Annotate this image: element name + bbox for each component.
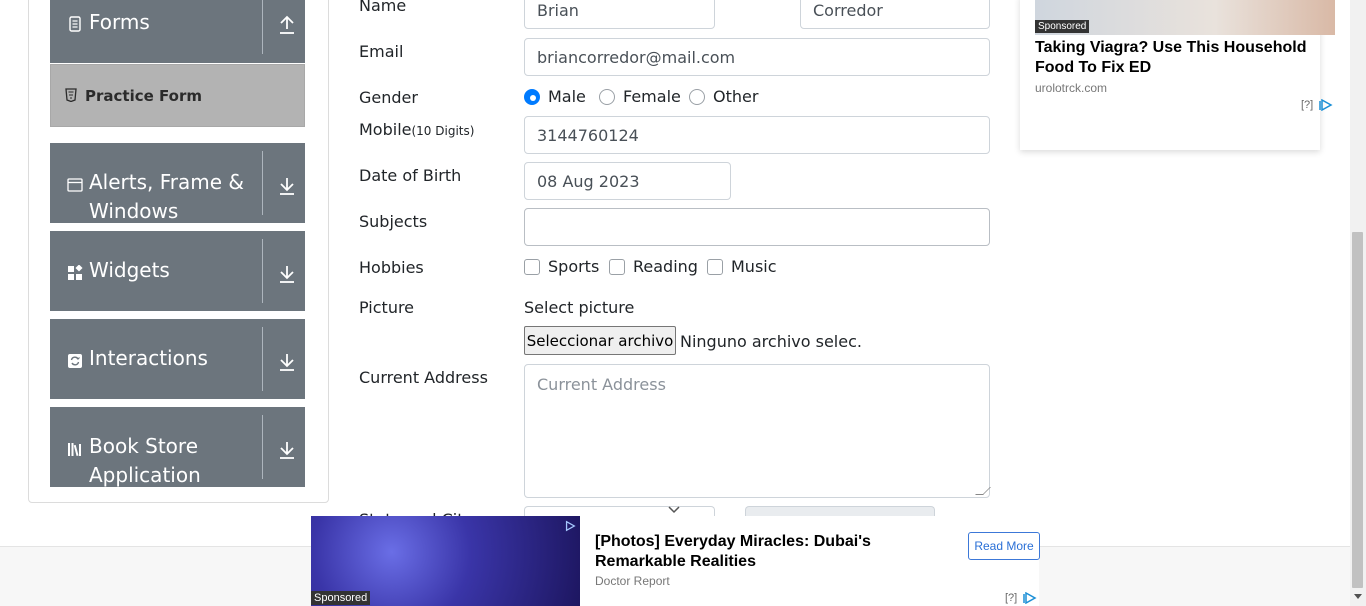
gender-label: Gender	[359, 88, 418, 107]
mobile-input[interactable]: 3144760124	[524, 116, 990, 154]
dob-input[interactable]: 08 Aug 2023	[524, 162, 731, 200]
scrollbar-thumb[interactable]	[1352, 232, 1363, 588]
resize-handle[interactable]	[975, 487, 991, 495]
last-name-input[interactable]: Corredor	[800, 0, 990, 29]
ad-help-link[interactable]: [?]	[1301, 99, 1313, 111]
expand-down-icon[interactable]	[278, 352, 296, 372]
radio-button[interactable]	[524, 88, 540, 105]
sidebar-group-label: Alerts, Frame & Windows	[89, 170, 245, 223]
scroll-down-icon[interactable]	[1354, 594, 1362, 599]
subjects-input[interactable]	[524, 208, 990, 246]
divider	[262, 151, 263, 215]
current-address-textarea[interactable]: Current Address	[524, 364, 991, 498]
sponsored-badge: Sponsored	[311, 591, 371, 605]
checkbox-label: Music	[731, 257, 777, 276]
sidebar-group-label: Widgets	[89, 258, 170, 282]
sidebar-group-widgets[interactable]: Widgets	[50, 231, 305, 311]
expand-down-icon[interactable]	[278, 440, 296, 460]
adchoices-icon[interactable]	[1319, 99, 1333, 111]
collapse-up-icon[interactable]	[278, 15, 296, 35]
expand-down-icon[interactable]	[278, 264, 296, 284]
sidebar-group-forms[interactable]: Forms	[50, 0, 305, 63]
sponsored-badge: Sponsored	[1035, 20, 1090, 33]
divider	[262, 327, 263, 391]
email-label: Email	[359, 42, 404, 61]
divider	[262, 239, 263, 303]
radio-label: Other	[713, 87, 759, 106]
sidebar-item-practice-form[interactable]: Practice Form	[50, 64, 305, 127]
ad-source[interactable]: urolotrck.com	[1035, 81, 1107, 95]
interactions-icon	[68, 354, 82, 368]
form-icon	[69, 16, 81, 32]
dob-label: Date of Birth	[359, 166, 462, 185]
mobile-label: Mobile(10 Digits)	[359, 120, 474, 139]
sidebar-group-label: Interactions	[89, 346, 208, 370]
ad-banner-bottom[interactable]: Sponsored [Photos] Everyday Miracles: Du…	[311, 516, 1040, 606]
adchoices-icon[interactable]	[1023, 592, 1037, 604]
first-name-input[interactable]: Brian	[524, 0, 715, 29]
gender-radio-male[interactable]: Male	[524, 87, 586, 106]
address-placeholder: Current Address	[537, 375, 666, 394]
ad-title[interactable]: Taking Viagra? Use This Household Food T…	[1035, 38, 1320, 78]
checkbox[interactable]	[609, 258, 625, 275]
file-upload-button[interactable]: Seleccionar archivo	[524, 326, 676, 355]
mobile-hint: (10 Digits)	[411, 124, 475, 138]
gender-radio-group: Male Female Other	[524, 87, 824, 107]
sidebar-item-label: Practice Form	[85, 87, 202, 105]
hobby-checkbox-sports[interactable]: Sports	[524, 257, 599, 276]
ad-source[interactable]: Doctor Report	[595, 574, 670, 588]
sidebar-group-label: Book Store Application	[89, 434, 201, 487]
checkbox-label: Sports	[548, 257, 600, 276]
divider	[262, 415, 263, 479]
ad-help-link[interactable]: [?]	[1005, 592, 1017, 604]
read-more-button[interactable]: Read More	[968, 532, 1040, 560]
file-name-text: Ninguno archivo selec.	[680, 332, 862, 351]
html5-icon	[65, 88, 77, 102]
hobby-checkbox-music[interactable]: Music	[707, 257, 777, 276]
mobile-label-text: Mobile	[359, 120, 412, 139]
sidebar-group-alerts[interactable]: Alerts, Frame & Windows	[50, 143, 305, 223]
sidebar-group-interactions[interactable]: Interactions	[50, 319, 305, 399]
radio-label: Female	[623, 87, 681, 106]
ad-title[interactable]: [Photos] Everyday Miracles: Dubai's Rema…	[595, 532, 925, 572]
checkbox[interactable]	[707, 258, 723, 275]
hobbies-checkbox-group: Sports Reading Music	[524, 257, 824, 277]
radio-button[interactable]	[599, 88, 615, 105]
books-icon	[68, 443, 81, 457]
hobbies-label: Hobbies	[359, 258, 424, 277]
picture-label: Picture	[359, 298, 415, 317]
address-label: Current Address	[359, 368, 488, 387]
gender-radio-female[interactable]: Female	[599, 87, 681, 106]
expand-down-icon[interactable]	[278, 176, 296, 196]
name-label: Name	[359, 0, 407, 15]
checkbox[interactable]	[524, 258, 540, 275]
checkbox-label: Reading	[633, 257, 698, 276]
gender-radio-other[interactable]: Other	[689, 87, 758, 106]
subjects-label: Subjects	[359, 212, 428, 231]
adchoices-icon[interactable]	[564, 520, 576, 532]
window-icon	[67, 178, 83, 192]
radio-button[interactable]	[689, 88, 705, 105]
ad-banner-right[interactable]: Sponsored Taking Viagra? Use This Househ…	[1020, 0, 1335, 150]
hobby-checkbox-reading[interactable]: Reading	[609, 257, 698, 276]
divider	[262, 0, 263, 54]
widgets-icon	[68, 265, 83, 280]
sidebar-group-book-store[interactable]: Book Store Application	[50, 407, 305, 487]
picture-prompt: Select picture	[524, 298, 635, 317]
radio-label: Male	[548, 87, 586, 106]
sidebar-group-label: Forms	[89, 10, 150, 34]
email-input[interactable]: briancorredor@mail.com	[524, 38, 990, 76]
chevron-down-icon	[668, 506, 680, 514]
